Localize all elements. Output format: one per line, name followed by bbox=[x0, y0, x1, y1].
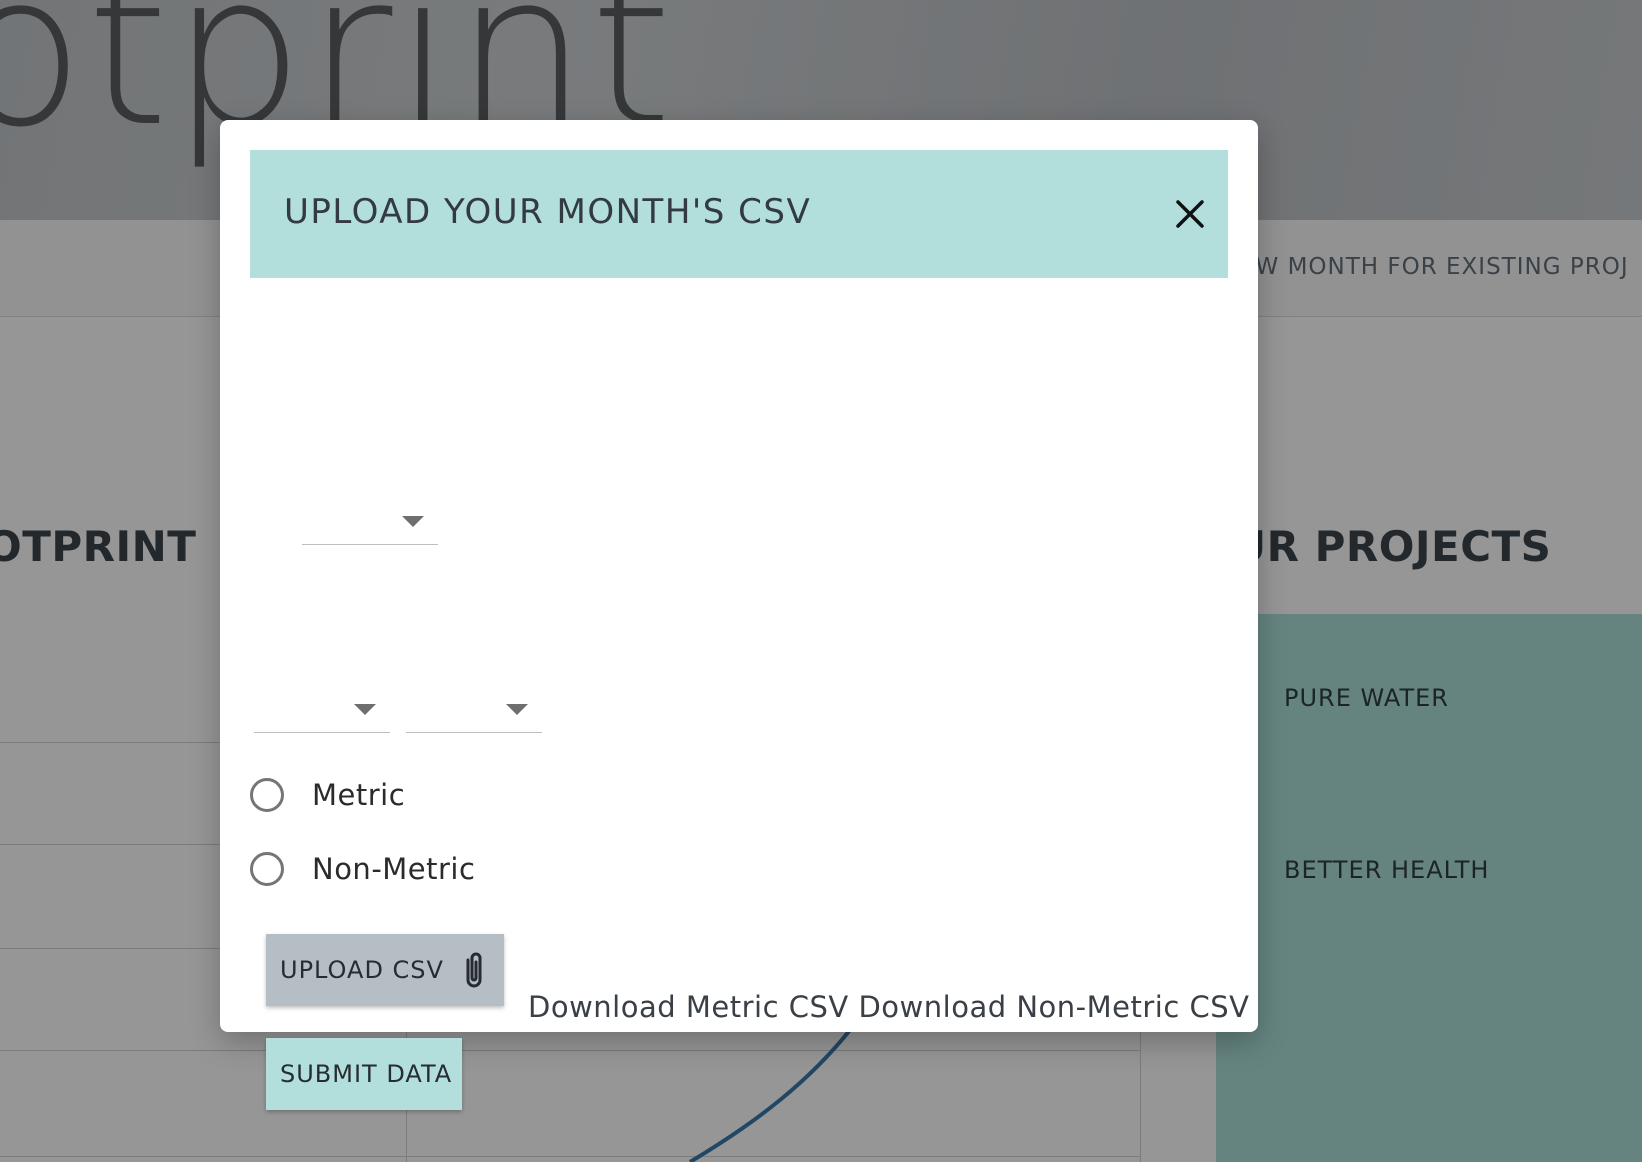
modal-title: UPLOAD YOUR MONTH'S CSV bbox=[284, 192, 812, 232]
metric-radio[interactable]: Metric bbox=[250, 774, 405, 816]
upload-csv-label: UPLOAD CSV bbox=[280, 956, 444, 984]
chevron-down-icon bbox=[402, 516, 424, 527]
radio-circle[interactable] bbox=[250, 778, 284, 812]
radio-circle[interactable] bbox=[250, 852, 284, 886]
year-select[interactable] bbox=[406, 682, 542, 733]
project-select[interactable] bbox=[302, 494, 438, 545]
close-icon[interactable] bbox=[1170, 194, 1210, 234]
download-non-metric-csv-link[interactable]: Download Non-Metric CSV bbox=[858, 990, 1249, 1024]
non-metric-radio-label: Non-Metric bbox=[312, 852, 476, 886]
chevron-down-icon bbox=[506, 704, 528, 715]
download-links: Download Metric CSV Download Non-Metric … bbox=[528, 990, 1250, 1024]
month-select[interactable] bbox=[254, 682, 390, 733]
upload-csv-modal: UPLOAD YOUR MONTH'S CSV Metric Non-Metri… bbox=[220, 120, 1258, 1110]
metric-radio-label: Metric bbox=[312, 778, 406, 812]
non-metric-radio[interactable]: Non-Metric bbox=[250, 848, 475, 890]
paperclip-icon bbox=[460, 948, 488, 998]
modal-header: UPLOAD YOUR MONTH'S CSV bbox=[250, 150, 1228, 278]
upload-csv-button[interactable]: UPLOAD CSV bbox=[266, 934, 504, 1006]
chevron-down-icon bbox=[354, 704, 376, 715]
download-metric-csv-link[interactable]: Download Metric CSV bbox=[528, 990, 849, 1024]
submit-data-button[interactable]: SUBMIT DATA bbox=[266, 1038, 462, 1110]
submit-data-label: SUBMIT DATA bbox=[280, 1060, 453, 1088]
